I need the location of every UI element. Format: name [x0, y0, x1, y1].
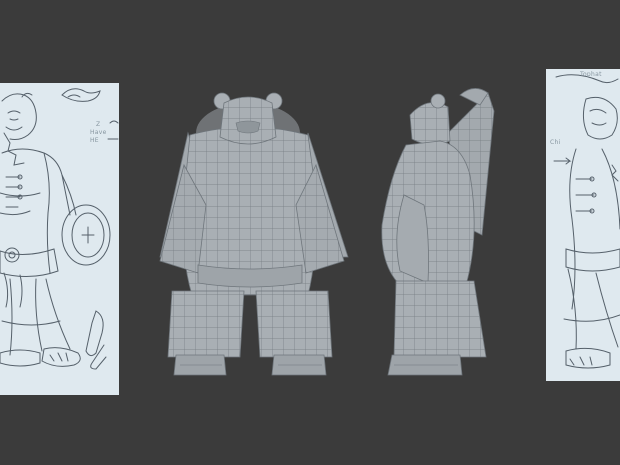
- model-front-mesh: [159, 92, 349, 376]
- sketch-note-4: Tophat: [580, 71, 602, 78]
- sketch-note-5: Chi: [550, 139, 561, 146]
- concept-sketch-front: Z Have HE: [0, 83, 119, 395]
- sketch-note-2: Have: [90, 129, 107, 136]
- model-front-view: [140, 85, 360, 385]
- sketch-note-1: Z: [96, 121, 101, 128]
- model-side-view: [370, 85, 510, 385]
- concept-sketch-side: Tophat Chi: [546, 69, 620, 381]
- sketch-note-3: HE: [90, 137, 99, 144]
- model-side-mesh: [381, 88, 495, 376]
- sketch-side-drawing: [553, 74, 620, 369]
